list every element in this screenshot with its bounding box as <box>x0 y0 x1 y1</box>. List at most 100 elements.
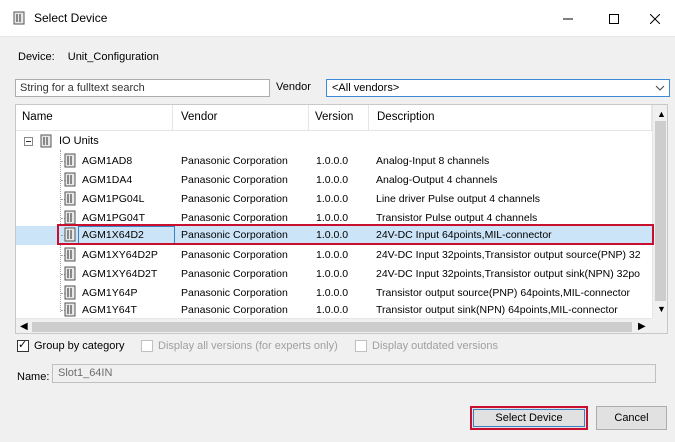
scroll-down-icon[interactable]: ▼ <box>657 304 666 314</box>
display-outdated-label: Display outdated versions <box>372 340 498 352</box>
column-header-vendor[interactable]: Vendor <box>173 105 309 131</box>
vendor-label: Vendor <box>276 81 311 93</box>
display-outdated-checkbox[interactable] <box>355 340 367 352</box>
table-header: Name Vendor Version Description <box>16 105 652 131</box>
row-version: 1.0.0.0 <box>316 212 349 224</box>
row-description: Analog-Input 8 channels <box>376 155 490 167</box>
cancel-button-label: Cancel <box>614 412 649 424</box>
table-row[interactable]: AGM1XY64D2P Panasonic Corporation 1.0.0.… <box>16 246 652 265</box>
row-version: 1.0.0.0 <box>316 155 349 167</box>
row-vendor: Panasonic Corporation <box>181 249 288 261</box>
row-description: 24V-DC Input 32points,Transistor output … <box>376 249 641 261</box>
module-icon <box>64 266 76 281</box>
row-name: AGM1XY64D2T <box>82 268 158 280</box>
select-device-button[interactable]: Select Device <box>470 406 588 430</box>
row-description: Transistor output source(PNP) 64points,M… <box>376 287 631 299</box>
maximize-button[interactable] <box>591 0 637 37</box>
vertical-scrollbar[interactable]: ▲ ▼ <box>652 105 667 318</box>
scroll-up-icon[interactable]: ▲ <box>657 109 666 119</box>
row-description: Line driver Pulse output 4 channels <box>376 193 541 205</box>
row-version: 1.0.0.0 <box>316 193 349 205</box>
close-icon <box>650 13 660 24</box>
column-header-description[interactable]: Description <box>369 105 652 131</box>
row-description: Analog-Output 4 channels <box>376 174 498 186</box>
module-icon <box>64 247 76 262</box>
name-field[interactable]: Slot1_64IN <box>52 364 656 383</box>
folder-device-icon <box>40 134 52 148</box>
row-version: 1.0.0.0 <box>316 304 349 316</box>
select-device-button-focus: Select Device <box>473 409 585 427</box>
row-version: 1.0.0.0 <box>316 174 349 186</box>
scroll-left-icon[interactable]: ◀ <box>20 321 28 332</box>
row-version: 1.0.0.0 <box>316 249 349 261</box>
module-icon <box>64 191 76 206</box>
module-icon <box>64 302 76 317</box>
row-vendor: Panasonic Corporation <box>181 229 288 241</box>
row-description: 24V-DC Input 64points,MIL-connector <box>376 229 552 241</box>
row-version: 1.0.0.0 <box>316 287 349 299</box>
row-name: AGM1PG04L <box>82 193 145 205</box>
group-by-category-option[interactable]: Group by category <box>17 338 125 352</box>
scrollbar-corner <box>652 318 667 333</box>
vendor-select[interactable]: <All vendors> <box>326 79 670 97</box>
row-name: AGM1Y64T <box>82 304 137 316</box>
row-version: 1.0.0.0 <box>316 268 349 280</box>
table-row[interactable]: AGM1PG04L Panasonic Corporation 1.0.0.0 … <box>16 190 652 209</box>
module-icon <box>64 210 76 225</box>
row-name: AGM1Y64P <box>82 287 138 299</box>
horizontal-scroll-thumb[interactable] <box>32 322 632 332</box>
module-icon <box>64 153 76 168</box>
group-row-io-units[interactable]: IO Units <box>16 133 652 151</box>
column-header-name[interactable]: Name <box>16 105 173 131</box>
horizontal-scrollbar[interactable]: ◀ ▶ <box>16 318 652 333</box>
table-row[interactable]: AGM1AD8 Panasonic Corporation 1.0.0.0 An… <box>16 152 652 171</box>
row-vendor: Panasonic Corporation <box>181 174 288 186</box>
row-vendor: Panasonic Corporation <box>181 193 288 205</box>
row-description: 24V-DC Input 32points,Transistor output … <box>376 268 640 280</box>
display-all-versions-label: Display all versions (for experts only) <box>158 340 338 352</box>
table-row[interactable]: AGM1XY64D2T Panasonic Corporation 1.0.0.… <box>16 265 652 284</box>
module-icon <box>64 285 76 300</box>
device-label: Device: <box>18 51 55 63</box>
vendor-selected-value: <All vendors> <box>332 82 400 94</box>
row-description: Transistor output sink(NPN) 64points,MIL… <box>376 304 618 316</box>
minimize-button[interactable] <box>545 0 591 37</box>
title-bar: Select Device <box>0 0 675 37</box>
row-name: AGM1XY64D2P <box>82 249 158 261</box>
row-name: AGM1DA4 <box>82 174 133 186</box>
name-label: Name: <box>17 371 50 383</box>
device-row: Device: Unit_Configuration <box>18 51 159 63</box>
module-icon <box>64 172 76 187</box>
module-icon <box>64 227 76 242</box>
row-version: 1.0.0.0 <box>316 229 349 241</box>
chevron-down-icon <box>655 85 665 91</box>
group-label: IO Units <box>59 135 99 147</box>
group-by-category-checkbox[interactable] <box>17 338 29 352</box>
row-vendor: Panasonic Corporation <box>181 304 288 316</box>
collapse-icon[interactable] <box>24 137 33 146</box>
row-vendor: Panasonic Corporation <box>181 155 288 167</box>
window-title: Select Device <box>34 11 108 25</box>
close-button[interactable] <box>632 0 675 37</box>
display-all-versions-option[interactable]: Display all versions (for experts only) <box>141 340 338 352</box>
row-name: AGM1PG04T <box>82 212 146 224</box>
maximize-icon <box>609 13 619 24</box>
device-value: Unit_Configuration <box>67 51 159 63</box>
scroll-right-icon[interactable]: ▶ <box>638 321 646 332</box>
row-description: Transistor Pulse output 4 channels <box>376 212 538 224</box>
cancel-button[interactable]: Cancel <box>596 406 667 430</box>
select-device-button-label: Select Device <box>495 412 563 424</box>
row-vendor: Panasonic Corporation <box>181 268 288 280</box>
group-by-category-label: Group by category <box>34 340 125 352</box>
display-outdated-option[interactable]: Display outdated versions <box>355 340 498 352</box>
search-input[interactable]: String for a fulltext search <box>15 79 270 97</box>
row-name: AGM1X64D2 <box>82 229 144 241</box>
device-icon <box>13 11 25 25</box>
row-vendor: Panasonic Corporation <box>181 287 288 299</box>
table-row[interactable]: AGM1DA4 Panasonic Corporation 1.0.0.0 An… <box>16 171 652 190</box>
column-header-version[interactable]: Version <box>309 105 369 131</box>
vertical-scroll-thumb[interactable] <box>655 121 666 301</box>
display-all-versions-checkbox[interactable] <box>141 340 153 352</box>
row-vendor: Panasonic Corporation <box>181 212 288 224</box>
table-row-selected[interactable]: AGM1X64D2 Panasonic Corporation 1.0.0.0 … <box>16 226 652 245</box>
